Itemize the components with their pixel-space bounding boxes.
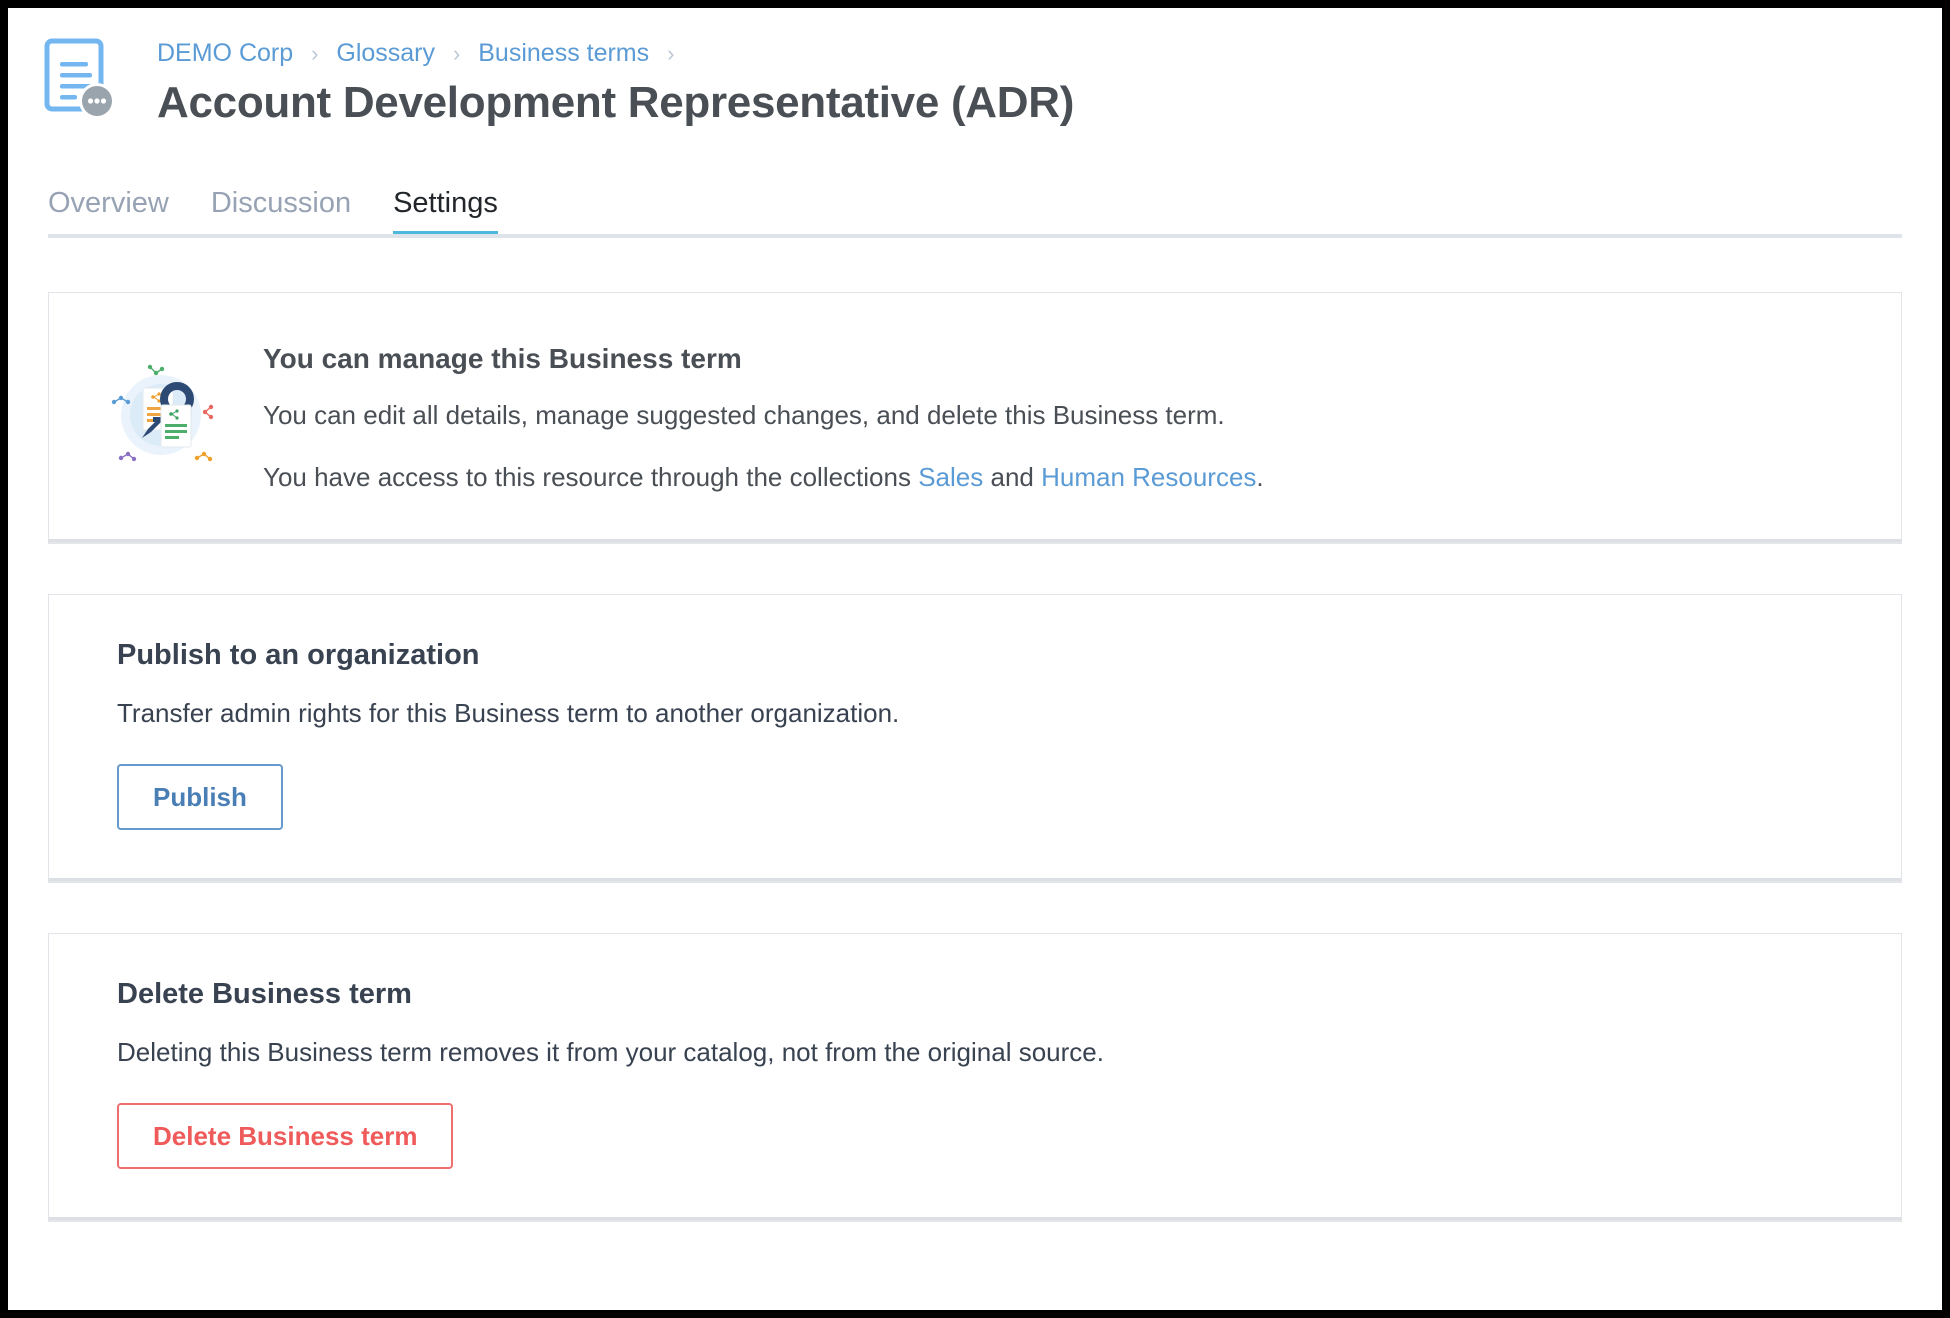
tab-bar: Overview Discussion Settings	[8, 172, 1942, 240]
delete-card-title: Delete Business term	[117, 978, 412, 1010]
publish-card-description: Transfer admin rights for this Business …	[117, 698, 900, 728]
delete-business-term-button[interactable]: Delete Business term	[117, 1103, 454, 1169]
tab-discussion[interactable]: Discussion	[211, 187, 351, 234]
chevron-right-icon: ›	[667, 41, 675, 66]
permission-card-access: You have access to this resource through…	[263, 459, 1264, 495]
page-title: Account Development Representative (ADR)	[157, 78, 1075, 127]
collection-link-human-resources[interactable]: Human Resources	[1041, 462, 1256, 492]
tab-overview[interactable]: Overview	[48, 187, 169, 234]
delete-card: Delete Business term Deleting this Busin…	[48, 933, 1902, 1220]
access-conjunction-text: and	[983, 462, 1042, 492]
permission-card-description: You can edit all details, manage suggest…	[263, 400, 1225, 430]
app-window: DEMO Corp › Glossary › Business terms › …	[8, 8, 1942, 1310]
access-prefix-text: You have access to this resource through…	[263, 462, 919, 492]
breadcrumb-item-business-terms[interactable]: Business terms	[478, 39, 649, 67]
publish-card-title: Publish to an organization	[117, 639, 480, 671]
delete-card-description: Deleting this Business term removes it f…	[117, 1037, 1104, 1067]
publish-card: Publish to an organization Transfer admi…	[48, 594, 1902, 881]
settings-content: You can manage this Business term You ca…	[8, 292, 1942, 1220]
chevron-right-icon: ›	[311, 41, 319, 66]
breadcrumb: DEMO Corp › Glossary › Business terms ›	[157, 30, 1942, 69]
business-term-document-icon	[44, 38, 116, 122]
tab-settings[interactable]: Settings	[393, 187, 498, 238]
key-and-documents-illustration	[101, 355, 221, 475]
breadcrumb-item-demo-corp[interactable]: DEMO Corp	[157, 39, 293, 67]
collection-link-sales[interactable]: Sales	[918, 462, 983, 492]
breadcrumb-item-glossary[interactable]: Glossary	[336, 39, 435, 67]
access-suffix-text: .	[1256, 462, 1264, 492]
tab-bar-divider	[48, 234, 1902, 238]
chevron-right-icon: ›	[452, 41, 461, 66]
permission-card: You can manage this Business term You ca…	[48, 292, 1902, 542]
permission-card-title: You can manage this Business term	[263, 343, 742, 374]
publish-button[interactable]: Publish	[117, 764, 283, 830]
page-header: DEMO Corp › Glossary › Business terms › …	[8, 8, 1942, 128]
